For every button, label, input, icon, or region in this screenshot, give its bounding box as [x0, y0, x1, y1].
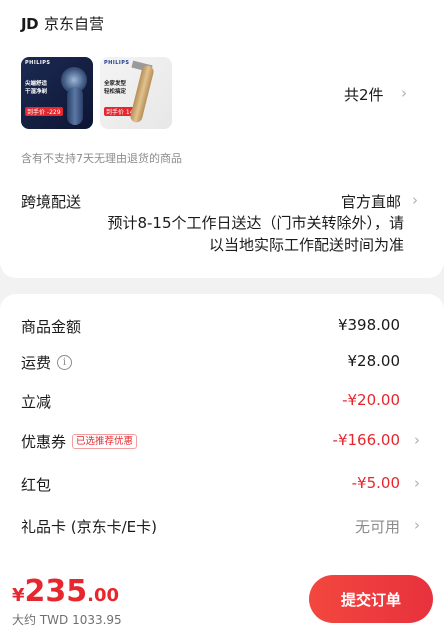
approx-twd: 大约 TWD 1033.95: [12, 613, 122, 627]
coupon-row[interactable]: 优惠券 已选推荐优惠 -¥166.00 ›: [0, 431, 444, 455]
return-notice: 含有不支持7天无理由退货的商品: [21, 152, 182, 165]
freight-value: ¥28.00: [347, 352, 401, 370]
product-thumbnail-clipper[interactable]: PHILIPS 全家发型 轻松搞定 到手价 149: [100, 57, 172, 129]
total-price: ¥ 235 .00: [12, 574, 119, 609]
product-promo-text: 全家发型: [104, 81, 127, 87]
product-promo-text: 干湿净剃: [25, 89, 48, 95]
product-brand: PHILIPS: [25, 60, 51, 66]
coupon-label: 优惠券: [21, 433, 67, 451]
gift-card-value[interactable]: 无可用: [355, 516, 400, 537]
freight-row: 运费 i ¥28.00: [0, 352, 444, 376]
clipper-image: [129, 64, 155, 124]
red-packet-row[interactable]: 红包 -¥5.00 ›: [0, 474, 444, 498]
total-currency: ¥: [12, 585, 25, 606]
product-promo-text: 轻松搞定: [104, 89, 127, 95]
gift-card-label: 礼品卡 (京东卡/E卡): [21, 518, 158, 536]
submit-order-button[interactable]: 提交订单: [309, 575, 433, 623]
red-packet-label: 红包: [21, 476, 52, 494]
shipping-estimate-line: 以当地实际工作配送时间为准: [208, 236, 404, 254]
product-count[interactable]: 共2件: [344, 84, 384, 105]
total-decimal: .00: [87, 585, 120, 606]
freight-label-group: 运费 i: [21, 352, 73, 373]
gift-card-row[interactable]: 礼品卡 (京东卡/E卡) 无可用 ›: [0, 516, 444, 540]
instant-discount-value: -¥20.00: [342, 391, 400, 409]
chevron-right-icon[interactable]: ›: [412, 191, 418, 209]
store-name: 京东自营: [44, 15, 105, 33]
product-price-tag: 到手价 -229: [25, 107, 63, 116]
info-icon[interactable]: i: [57, 355, 73, 370]
product-brand: PHILIPS: [104, 60, 130, 66]
instant-discount-label: 立减: [21, 393, 52, 411]
total-integer: 235: [24, 574, 88, 609]
chevron-right-icon[interactable]: ›: [414, 474, 420, 492]
shaver-body-image: [67, 87, 83, 125]
red-packet-value[interactable]: -¥5.00: [352, 474, 400, 492]
coupon-badge: 已选推荐优惠: [72, 434, 138, 449]
goods-amount-value: ¥398.00: [337, 316, 400, 334]
jd-logo: JD: [21, 14, 39, 33]
chevron-right-icon[interactable]: ›: [414, 431, 420, 449]
store-header: JD 京东自营: [21, 13, 104, 34]
shipping-method[interactable]: 官方直邮: [341, 191, 401, 212]
coupon-label-group: 优惠券 已选推荐优惠: [21, 431, 138, 452]
price-summary-card: 商品金额 ¥398.00 运费 i ¥28.00 立减 -¥20.00 优惠券 …: [0, 294, 444, 584]
chevron-right-icon[interactable]: ›: [401, 84, 407, 102]
order-items-card: JD 京东自营 PHILIPS 尖端舒适 干湿净剃 到手价 -229 PHILI…: [0, 0, 444, 278]
coupon-value[interactable]: -¥166.00: [333, 431, 400, 449]
instant-discount-row: 立减 -¥20.00: [0, 391, 444, 415]
product-thumbnail-shaver[interactable]: PHILIPS 尖端舒适 干湿净剃 到手价 -229: [21, 57, 93, 129]
goods-amount-label: 商品金额: [21, 318, 82, 336]
shipping-label: 跨境配送: [21, 193, 82, 211]
freight-label: 运费: [21, 354, 52, 372]
chevron-right-icon[interactable]: ›: [414, 516, 420, 534]
goods-amount-row: 商品金额 ¥398.00: [0, 316, 444, 340]
product-promo-text: 尖端舒适: [25, 81, 48, 87]
shipping-estimate-line: 预计8-15个工作日送达（门市关转除外），请: [107, 214, 404, 232]
shipping-estimate: 预计8-15个工作日送达（门市关转除外），请 以当地实际工作配送时间为准: [80, 212, 404, 256]
